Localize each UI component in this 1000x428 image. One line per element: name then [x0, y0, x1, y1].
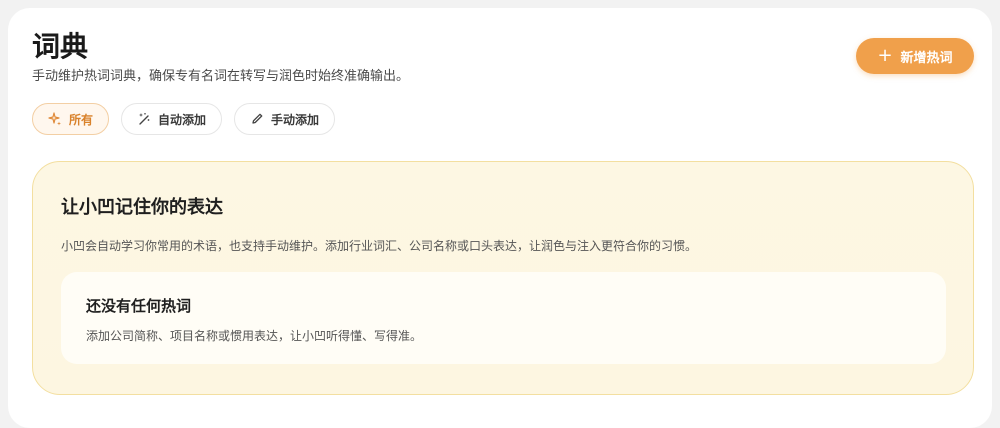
add-hotword-button[interactable]: + 新增热词: [856, 38, 974, 74]
plus-icon: +: [877, 45, 893, 66]
filter-manual-added[interactable]: 手动添加: [234, 103, 336, 135]
page-subtitle: 手动维护热词词典，确保专有名词在转写与润色时始终准确输出。: [32, 69, 410, 84]
empty-state-description: 添加公司简称、项目名称或惯用表达，让小凹听得懂、写得准。: [86, 329, 423, 343]
add-hotword-label: 新增热词: [900, 50, 953, 66]
filter-auto-added-label: 自动添加: [158, 112, 207, 127]
filter-manual-added-label: 手动添加: [271, 112, 320, 127]
filter-all[interactable]: 所有: [32, 103, 110, 135]
empty-state-title: 还没有任何热词: [86, 297, 192, 315]
intro-description: 小凹会自动学习你常用的术语，也支持手动维护。添加行业词汇、公司名称或口头表达，让…: [61, 239, 698, 253]
empty-state: 还没有任何热词 添加公司简称、项目名称或惯用表达，让小凹听得懂、写得准。: [61, 272, 946, 364]
filter-auto-added[interactable]: 自动添加: [121, 103, 223, 135]
intro-panel: 让小凹记住你的表达 小凹会自动学习你常用的术语，也支持手动维护。添加行业词汇、公…: [32, 161, 974, 395]
sparkle-icon: [48, 112, 62, 126]
page-title: 词典: [32, 30, 89, 63]
pencil-icon: [250, 112, 264, 126]
filter-tabs: 所有 自动添加 手动添加: [32, 103, 336, 135]
magic-wand-icon: [137, 112, 151, 126]
intro-title: 让小凹记住你的表达: [61, 197, 223, 218]
filter-all-label: 所有: [69, 112, 94, 127]
dictionary-page: 词典 手动维护热词词典，确保专有名词在转写与润色时始终准确输出。 + 新增热词 …: [8, 8, 992, 428]
